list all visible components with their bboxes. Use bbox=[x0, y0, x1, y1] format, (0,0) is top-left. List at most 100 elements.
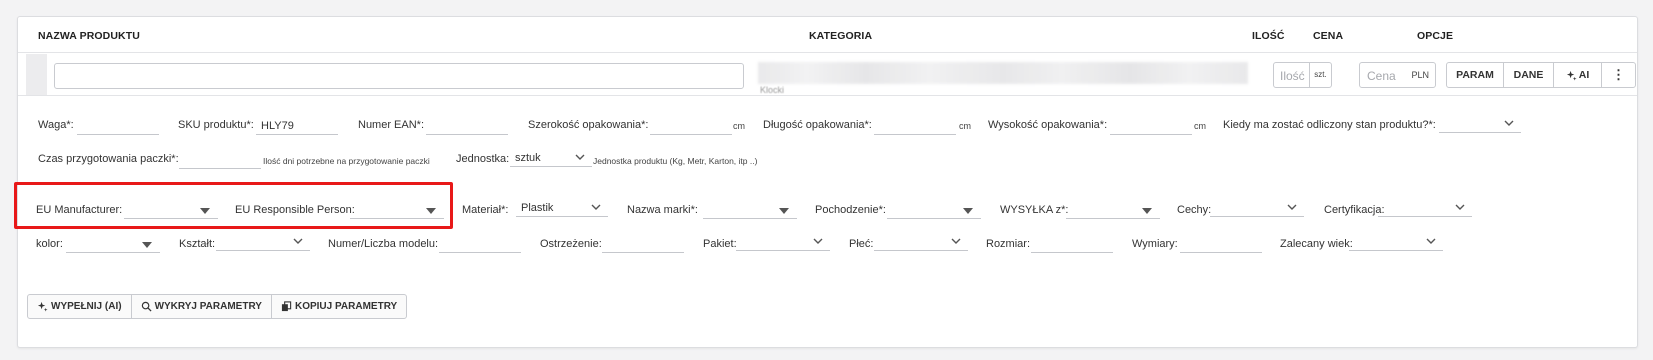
category-blurred-text: Klocki bbox=[760, 85, 785, 95]
package-width-input[interactable] bbox=[650, 117, 732, 135]
quantity-unit: szt. bbox=[1309, 63, 1331, 87]
features-label: Cechy: bbox=[1177, 204, 1212, 216]
header-product-name: NAZWA PRODUKTU bbox=[38, 30, 140, 42]
drag-handle[interactable] bbox=[26, 54, 47, 95]
fill-ai-button[interactable]: WYPEŁNIJ (AI) bbox=[28, 295, 132, 318]
certification-select[interactable] bbox=[1378, 199, 1472, 217]
package-length-input[interactable] bbox=[874, 117, 956, 135]
shape-select[interactable] bbox=[216, 233, 310, 251]
chevron-down-icon bbox=[1287, 204, 1297, 210]
sku-input[interactable]: HLY79 bbox=[256, 117, 338, 135]
caret-down-icon bbox=[1142, 208, 1152, 214]
weight-input[interactable] bbox=[77, 117, 159, 135]
table-header: NAZWA PRODUKTU KATEGORIA ILOŚĆ CENA OPCJ… bbox=[18, 17, 1637, 53]
warning-label: Ostrzeżenie: bbox=[540, 238, 602, 250]
certification-label: Certyfikacja: bbox=[1324, 204, 1385, 216]
recommended-age-label: Zalecany wiek: bbox=[1280, 238, 1353, 250]
recommended-age-select[interactable] bbox=[1349, 233, 1443, 251]
material-select-value: Plastik bbox=[521, 202, 554, 214]
package-length-unit: cm bbox=[959, 121, 971, 131]
package-height-input[interactable] bbox=[1110, 117, 1192, 135]
ai-button[interactable]: AI bbox=[1554, 63, 1602, 87]
unit-hint: Jednostka produktu (Kg, Metr, Karton, it… bbox=[593, 156, 758, 166]
weight-label: Waga*: bbox=[38, 119, 74, 131]
caret-down-icon bbox=[963, 208, 973, 214]
features-select[interactable] bbox=[1210, 199, 1304, 217]
package-length-label: Długość opakowania*: bbox=[763, 119, 872, 131]
origin-label: Pochodzenie*: bbox=[815, 204, 886, 216]
product-name-input[interactable] bbox=[54, 63, 744, 89]
stock-deduction-select[interactable] bbox=[1439, 115, 1521, 133]
header-price: CENA bbox=[1313, 30, 1344, 42]
dane-button[interactable]: DANE bbox=[1504, 63, 1554, 87]
copy-icon bbox=[281, 301, 292, 312]
shipping-from-label: WYSYŁKA z*: bbox=[1000, 204, 1069, 216]
param-button[interactable]: PARAM bbox=[1447, 63, 1504, 87]
chevron-down-icon bbox=[591, 204, 601, 210]
quantity-input[interactable]: Ilość szt. bbox=[1273, 62, 1332, 88]
model-number-label: Numer/Liczba modelu: bbox=[328, 238, 439, 250]
header-options: OPCJE bbox=[1417, 30, 1454, 42]
price-placeholder: Cena bbox=[1367, 69, 1396, 83]
dimensions-input[interactable] bbox=[1180, 235, 1262, 253]
package-width-label: Szerokość opakowania*: bbox=[528, 119, 649, 131]
prep-time-hint: Ilość dni potrzebne na przygotowanie pac… bbox=[263, 156, 430, 166]
copy-params-label: KOPIUJ PARAMETRY bbox=[294, 301, 398, 312]
sparkle-icon bbox=[37, 301, 48, 312]
shipping-from-select[interactable] bbox=[1066, 201, 1160, 219]
ean-input[interactable] bbox=[426, 117, 508, 135]
package-label: Pakiet: bbox=[703, 238, 737, 250]
size-input[interactable] bbox=[1031, 235, 1113, 253]
chevron-down-icon bbox=[293, 238, 303, 244]
price-currency: PLN bbox=[1411, 70, 1429, 80]
prep-time-label: Czas przygotowania paczki*: bbox=[38, 153, 179, 165]
header-category: KATEGORIA bbox=[809, 30, 873, 42]
dimensions-label: Wymiary: bbox=[1132, 238, 1178, 250]
category-blurred bbox=[758, 62, 1248, 84]
package-select[interactable] bbox=[736, 233, 830, 251]
material-label: Materiał*: bbox=[462, 204, 509, 216]
size-label: Rozmiar: bbox=[986, 238, 1031, 250]
unit-select-value: sztuk bbox=[515, 152, 541, 164]
gender-select[interactable] bbox=[874, 233, 968, 251]
warning-input[interactable] bbox=[602, 235, 684, 253]
model-number-input[interactable] bbox=[439, 235, 521, 253]
unit-select[interactable]: sztuk bbox=[510, 149, 592, 167]
product-row: Klocki Ilość szt. Cena PLN PARAM DANE AI… bbox=[18, 54, 1637, 96]
chevron-down-icon bbox=[1455, 204, 1465, 210]
ai-button-label: AI bbox=[1578, 69, 1590, 81]
brand-label: Nazwa marki*: bbox=[627, 204, 698, 216]
parameter-actions: WYPEŁNIJ (AI) WYKRYJ PARAMETRY KOPIUJ PA… bbox=[27, 294, 408, 319]
header-quantity: ILOŚĆ bbox=[1252, 30, 1285, 42]
options-button-group: PARAM DANE AI ⋮ bbox=[1446, 62, 1636, 88]
shape-label: Kształt: bbox=[179, 238, 216, 250]
quantity-placeholder: Ilość bbox=[1280, 69, 1305, 83]
gender-label: Płeć: bbox=[849, 238, 874, 250]
stock-deduction-label: Kiedy ma zostać odliczony stan produktu?… bbox=[1223, 119, 1436, 131]
copy-params-button[interactable]: KOPIUJ PARAMETRY bbox=[272, 295, 406, 318]
highlight-box bbox=[14, 182, 453, 229]
chevron-down-icon bbox=[813, 238, 823, 244]
more-options-button[interactable]: ⋮ bbox=[1602, 63, 1635, 87]
chevron-down-icon bbox=[1504, 120, 1514, 126]
detect-params-label: WYKRYJ PARAMETRY bbox=[154, 301, 262, 312]
brand-select[interactable] bbox=[703, 201, 797, 219]
material-select[interactable]: Plastik bbox=[516, 199, 608, 217]
fill-ai-label: WYPEŁNIJ (AI) bbox=[51, 301, 122, 312]
sku-label: SKU produktu*: bbox=[178, 119, 254, 131]
unit-label: Jednostka: bbox=[456, 153, 510, 165]
prep-time-input[interactable] bbox=[179, 151, 261, 169]
caret-down-icon bbox=[142, 242, 152, 248]
origin-select[interactable] bbox=[887, 201, 981, 219]
ean-label: Numer EAN*: bbox=[358, 119, 425, 131]
caret-down-icon bbox=[779, 208, 789, 214]
color-select[interactable] bbox=[66, 235, 160, 253]
chevron-down-icon bbox=[1426, 238, 1436, 244]
chevron-down-icon bbox=[951, 238, 961, 244]
price-input[interactable]: Cena PLN bbox=[1359, 62, 1436, 88]
search-icon bbox=[141, 301, 152, 312]
package-height-unit: cm bbox=[1194, 121, 1206, 131]
color-label: kolor: bbox=[36, 238, 63, 250]
package-height-label: Wysokość opakowania*: bbox=[988, 119, 1108, 131]
detect-params-button[interactable]: WYKRYJ PARAMETRY bbox=[132, 295, 272, 318]
